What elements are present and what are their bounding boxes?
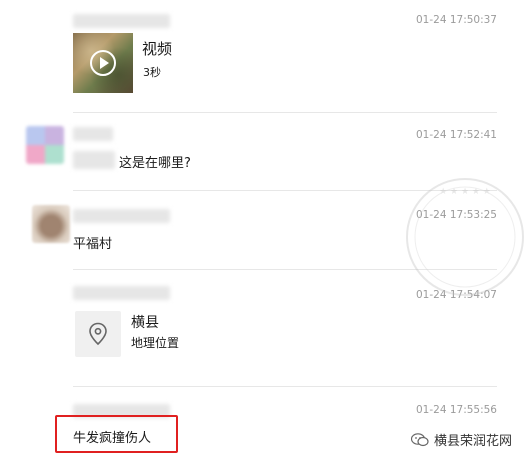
divider bbox=[73, 112, 497, 113]
avatar[interactable] bbox=[26, 126, 64, 164]
svg-text:★ ★ ★ ★ ★: ★ ★ ★ ★ ★ bbox=[439, 187, 491, 197]
message-text: 平福村 bbox=[73, 237, 113, 252]
video-title: 视频 bbox=[142, 40, 173, 58]
footer-brand-name: 横县荣润花网 bbox=[434, 434, 513, 449]
watermark-seal: ★ ★ ★ ★ ★ bbox=[406, 178, 524, 296]
video-thumbnail[interactable] bbox=[73, 33, 133, 93]
divider bbox=[73, 386, 497, 387]
name-placeholder bbox=[73, 286, 170, 300]
message-text: 这是在哪里? bbox=[119, 156, 191, 171]
location-subtitle: 地理位置 bbox=[131, 336, 180, 350]
quote-placeholder bbox=[73, 151, 115, 169]
name-placeholder bbox=[73, 14, 170, 28]
footer-brand: 横县荣润花网 bbox=[411, 430, 512, 449]
video-duration: 3秒 bbox=[143, 66, 161, 79]
message-time: 01-24 17:55:56 bbox=[415, 404, 497, 416]
message-time: 01-24 17:52:41 bbox=[415, 129, 497, 141]
avatar[interactable] bbox=[32, 205, 70, 243]
location-card[interactable] bbox=[75, 311, 121, 357]
wechat-icon bbox=[411, 432, 429, 446]
highlight-box bbox=[55, 415, 178, 453]
location-title: 横县 bbox=[131, 315, 159, 331]
play-icon[interactable] bbox=[90, 50, 116, 76]
message-time: 01-24 17:50:37 bbox=[415, 14, 497, 26]
name-placeholder bbox=[73, 127, 113, 141]
name-placeholder bbox=[73, 209, 170, 223]
location-pin-icon bbox=[89, 322, 107, 346]
